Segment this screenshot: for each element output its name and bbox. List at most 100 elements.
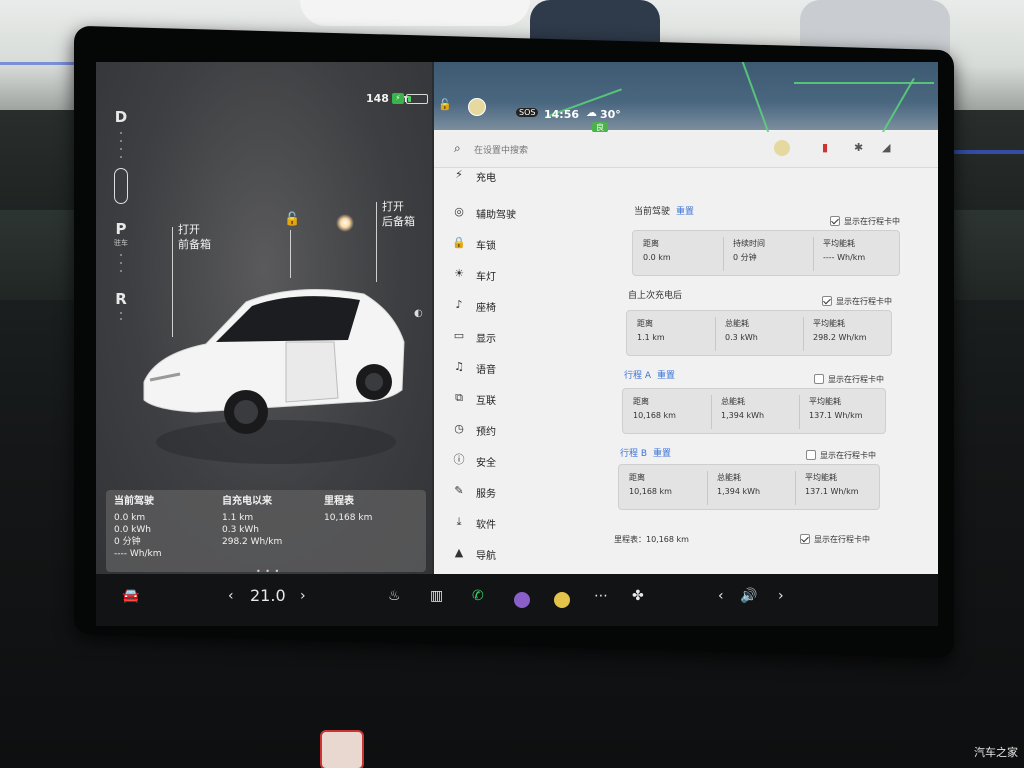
section-title: 当前驾驶	[634, 207, 671, 217]
fan-icon[interactable]: ✤	[632, 588, 644, 604]
nav-item-label: 座椅	[476, 303, 496, 314]
section-title: 行程 B	[620, 449, 648, 459]
car-3d-model	[143, 289, 405, 464]
nav-item-icon: ⚡	[455, 168, 463, 181]
settings-nav-item[interactable]: ▲ 导航	[444, 542, 594, 566]
settings-panel: 🔓 SOS 14:56 ☁ 30° 良 ⌕ ▮ ✱ ◢ ⚡充电◎辅助驾驶🔒车锁☀…	[432, 62, 938, 574]
cell-value: 10,168 km	[633, 411, 676, 420]
checkbox-label: 显示在行程卡中	[844, 217, 900, 226]
odometer-show-toggle[interactable]: 显示在行程卡中	[800, 534, 870, 545]
checkbox-label: 显示在行程卡中	[820, 451, 876, 460]
checkbox[interactable]	[800, 534, 810, 544]
cell-key: 平均能耗	[813, 319, 845, 328]
stat-value: 0 分钟	[114, 537, 141, 547]
cell-value: 1.1 km	[637, 333, 665, 342]
settings-nav-item[interactable]: ☀ 车灯	[444, 263, 594, 287]
settings-nav-item[interactable]: ◷ 预约	[444, 418, 594, 442]
alert-icon[interactable]: ▮	[822, 141, 828, 154]
phone-icon[interactable]: ✆	[472, 588, 484, 604]
side-mirror-icon[interactable]: ◐	[414, 308, 423, 319]
more-apps-icon[interactable]: ⋯	[594, 588, 608, 604]
reset-link[interactable]: 重置	[676, 207, 694, 217]
reset-link[interactable]: 重置	[653, 449, 671, 459]
cell: 距离 10,168 km	[633, 395, 676, 423]
front-defrost-icon[interactable]: ♨	[388, 588, 401, 604]
gear-dot	[120, 156, 122, 158]
gear-r[interactable]: R	[110, 290, 132, 308]
cell: 平均能耗 137.1 Wh/km	[805, 471, 859, 499]
sos-badge[interactable]: SOS	[516, 108, 539, 117]
settings-nav-item[interactable]: ♪ 座椅	[444, 294, 594, 318]
settings-nav-item[interactable]: 🔒 车锁	[444, 232, 594, 256]
trip-b-show-toggle[interactable]: 显示在行程卡中	[806, 450, 876, 461]
front-trunk-button[interactable]: 打开 前备箱	[178, 222, 211, 252]
watermark: 汽车之家	[974, 746, 1018, 759]
stat-header: 自充电以来	[222, 496, 272, 507]
cell: 持续时间 0 分钟	[733, 237, 765, 265]
checkbox[interactable]	[830, 216, 840, 226]
cell-key: 距离	[633, 397, 649, 406]
divider	[707, 471, 708, 505]
app-launcher-icon[interactable]	[554, 592, 570, 608]
settings-nav-item[interactable]: ♫ 语音	[444, 356, 594, 380]
car-icon[interactable]: 🚘	[122, 588, 139, 604]
charging-icon: ⚡	[392, 93, 404, 104]
ambient-light	[0, 62, 80, 65]
settings-nav-item[interactable]: ⧉ 互联	[444, 387, 594, 411]
since-charge-header: 自上次充电后	[628, 288, 682, 301]
divider	[715, 317, 716, 351]
settings-nav-item[interactable]: ⤓ 软件	[444, 511, 594, 535]
checkbox-label: 显示在行程卡中	[828, 375, 884, 384]
weather-icon: ☁	[586, 106, 597, 119]
settings-nav-item[interactable]: ▭ 显示	[444, 325, 594, 349]
cell-value: ---- Wh/km	[823, 253, 866, 262]
unlock-icon[interactable]: 🔓	[284, 212, 300, 227]
gear-selector[interactable]: D P 驻车 R	[110, 102, 132, 322]
profile-avatar[interactable]	[468, 98, 486, 116]
lock-icon[interactable]: 🔓	[438, 98, 452, 111]
volume-up-button[interactable]: ›	[778, 588, 784, 604]
current-show-toggle[interactable]: 显示在行程卡中	[830, 216, 900, 227]
settings-nav-item[interactable]: ⚡ 充电	[444, 164, 594, 188]
divider	[795, 471, 796, 505]
gear-dot	[120, 262, 122, 264]
settings-nav-item[interactable]: ⓘ 安全	[444, 449, 594, 473]
reset-link[interactable]: 重置	[657, 371, 675, 381]
settings-nav-item[interactable]: ✎ 服务	[444, 480, 594, 504]
checkbox[interactable]	[822, 296, 832, 306]
map-background[interactable]	[434, 62, 938, 150]
volume-icon[interactable]: 🔊	[740, 588, 757, 604]
nav-item-label: 软件	[476, 520, 496, 531]
nav-item-icon: ◎	[454, 205, 464, 218]
trip-summary-card[interactable]: 当前驾驶 0.0 km 0.0 kWh 0 分钟 ---- Wh/km 自充电以…	[106, 490, 426, 572]
rear-trunk-button[interactable]: 打开 后备箱	[382, 199, 415, 229]
bluetooth-icon[interactable]: ✱	[854, 141, 863, 154]
nav-item-icon: ✎	[454, 484, 464, 497]
temp-up-button[interactable]: ›	[300, 588, 306, 604]
temp-down-button[interactable]: ‹	[228, 588, 234, 604]
camera-icon[interactable]	[514, 592, 530, 608]
nav-item-label: 语音	[476, 365, 496, 376]
cell-key: 距离	[637, 319, 653, 328]
volume-down-button[interactable]: ‹	[718, 588, 724, 604]
gear-d[interactable]: D	[110, 108, 132, 126]
settings-nav-item[interactable]: ◎ 辅助驾驶	[444, 201, 594, 225]
trip-a-show-toggle[interactable]: 显示在行程卡中	[814, 374, 884, 385]
gear-p[interactable]: P	[110, 220, 132, 238]
search-bar[interactable]: ⌕ ▮ ✱ ◢	[434, 132, 938, 168]
nav-item-icon: ♪	[455, 298, 463, 311]
settings-search-input[interactable]	[474, 144, 674, 158]
profile-avatar-small[interactable]	[774, 140, 790, 156]
checkbox[interactable]	[814, 374, 824, 384]
gear-dot	[120, 140, 122, 142]
gear-dot	[120, 318, 122, 320]
rear-defrost-icon[interactable]: ▥	[430, 588, 443, 604]
stat-value: ---- Wh/km	[114, 549, 162, 559]
checkbox[interactable]	[806, 450, 816, 460]
current-drive-stats: 当前驾驶 0.0 km 0.0 kWh 0 分钟 ---- Wh/km	[114, 496, 161, 560]
cell: 距离 0.0 km	[643, 237, 671, 265]
divider	[799, 395, 800, 429]
stat-value: 0.3 kWh	[222, 525, 259, 535]
since-charge-show-toggle[interactable]: 显示在行程卡中	[822, 296, 892, 307]
map-road	[794, 82, 934, 84]
